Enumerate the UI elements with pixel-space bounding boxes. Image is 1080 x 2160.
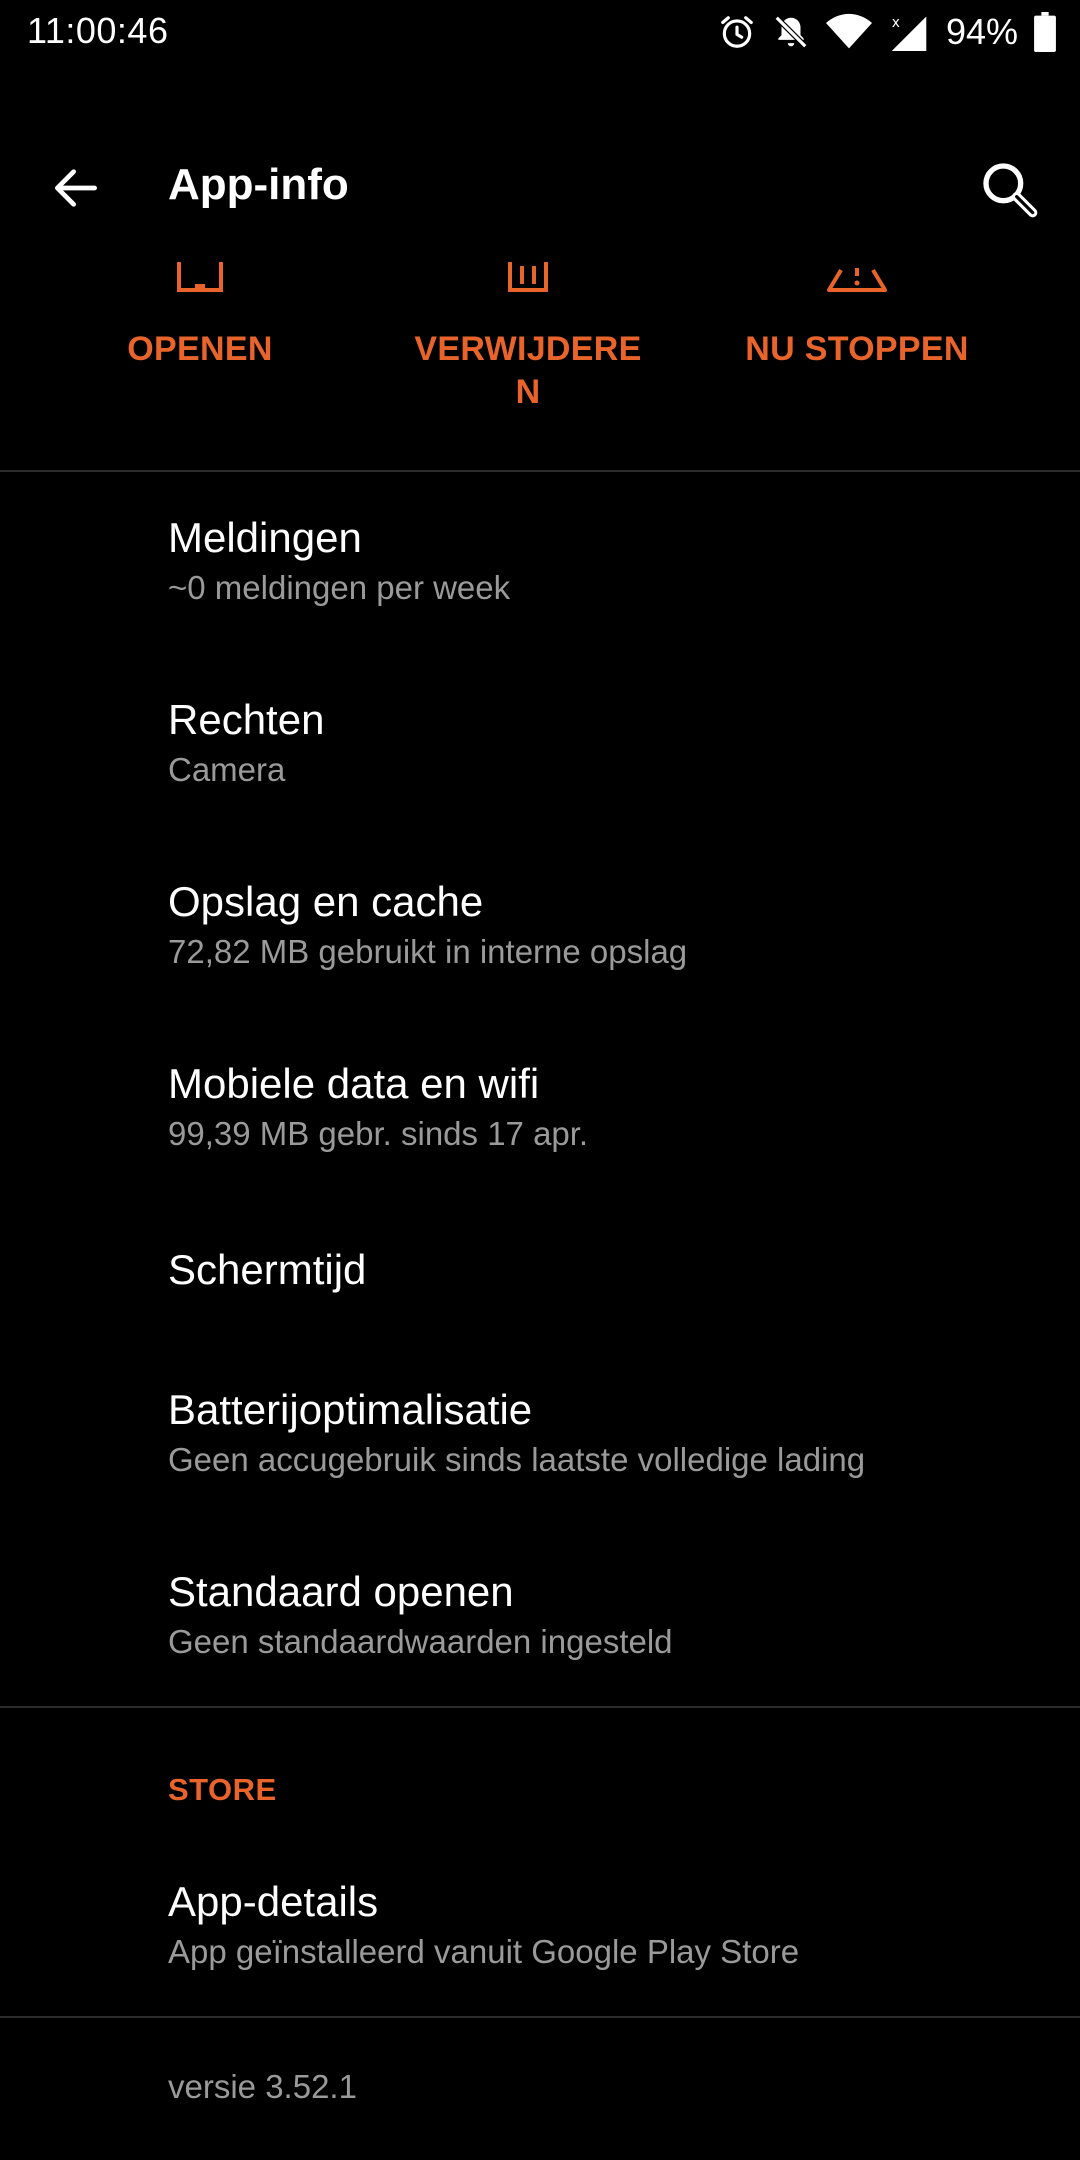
search-icon <box>983 163 1038 218</box>
list-item-notifications[interactable]: Meldingen ~0 meldingen per week <box>168 512 1048 610</box>
alarm-icon <box>718 13 756 51</box>
item-title: Meldingen <box>168 514 362 561</box>
cellular-signal-icon: x <box>888 13 930 51</box>
item-title: Mobiele data en wifi <box>168 1060 540 1107</box>
list-item-mobile-data[interactable]: Mobiele data en wifi 99,39 MB gebr. sind… <box>168 1058 1048 1156</box>
app-bar: App-info <box>0 130 1080 240</box>
list-item-open-by-default[interactable]: Standaard openen Geen standaardwaarden i… <box>168 1566 1048 1664</box>
force-stop-label: NU STOPPEN <box>745 330 969 368</box>
arrow-back-icon <box>55 169 97 207</box>
back-button[interactable] <box>40 152 112 224</box>
section-header-store: STORE <box>168 1772 277 1807</box>
open-button[interactable]: OPENEN <box>35 262 365 371</box>
item-title: Standaard openen <box>168 1568 514 1615</box>
remove-button[interactable]: VERWIJDEREN <box>363 262 693 414</box>
page-title: App-info <box>168 160 349 209</box>
list-item-permissions[interactable]: Rechten Camera <box>168 694 1048 792</box>
list-item-battery-optimization[interactable]: Batterijoptimalisatie Geen accugebruik s… <box>168 1384 1048 1482</box>
item-subtitle: 72,82 MB gebruikt in interne opslag <box>168 933 688 970</box>
list-item-storage[interactable]: Opslag en cache 72,82 MB gebruikt in int… <box>168 876 1048 974</box>
item-subtitle: App geïnstalleerd vanuit Google Play Sto… <box>168 1933 800 1970</box>
item-title: Schermtijd <box>168 1246 367 1293</box>
status-bar: 11:00:46 x 94% <box>0 0 1080 64</box>
wifi-icon <box>825 13 872 51</box>
item-title: Rechten <box>168 696 325 743</box>
search-button[interactable] <box>970 150 1050 230</box>
app-actions: OPENEN VERWIJDEREN NU STOPPEN <box>0 262 1080 472</box>
battery-percent: 94% <box>945 11 1018 52</box>
item-subtitle: 99,39 MB gebr. sinds 17 apr. <box>168 1115 589 1152</box>
item-title: App-details <box>168 1878 379 1925</box>
divider <box>0 470 1080 472</box>
item-subtitle: Camera <box>168 751 286 788</box>
divider <box>0 1706 1080 1708</box>
force-stop-button[interactable]: NU STOPPEN <box>692 262 1022 371</box>
item-title: Batterijoptimalisatie <box>168 1386 533 1433</box>
divider <box>0 2016 1080 2018</box>
warning-icon <box>692 262 1022 312</box>
list-item-app-details[interactable]: App-details App geïnstalleerd vanuit Goo… <box>168 1876 1048 1974</box>
app-version: versie 3.52.1 <box>168 2068 357 2105</box>
remove-label: VERWIJDEREN <box>414 330 642 411</box>
open-icon <box>35 262 365 312</box>
battery-icon <box>1034 12 1056 52</box>
svg-text:x: x <box>892 15 900 31</box>
status-time: 11:00:46 <box>27 10 169 51</box>
item-subtitle: ~0 meldingen per week <box>168 569 511 606</box>
notifications-off-icon <box>772 13 810 51</box>
status-icons: x 94% <box>718 8 1056 56</box>
item-subtitle: Geen standaardwaarden ingesteld <box>168 1623 673 1660</box>
open-label: OPENEN <box>127 330 273 368</box>
item-title: Opslag en cache <box>168 878 484 925</box>
delete-icon <box>363 262 693 312</box>
item-subtitle: Geen accugebruik sinds laatste volledige… <box>168 1441 866 1478</box>
list-item-screen-time[interactable]: Schermtijd <box>168 1244 1048 1296</box>
